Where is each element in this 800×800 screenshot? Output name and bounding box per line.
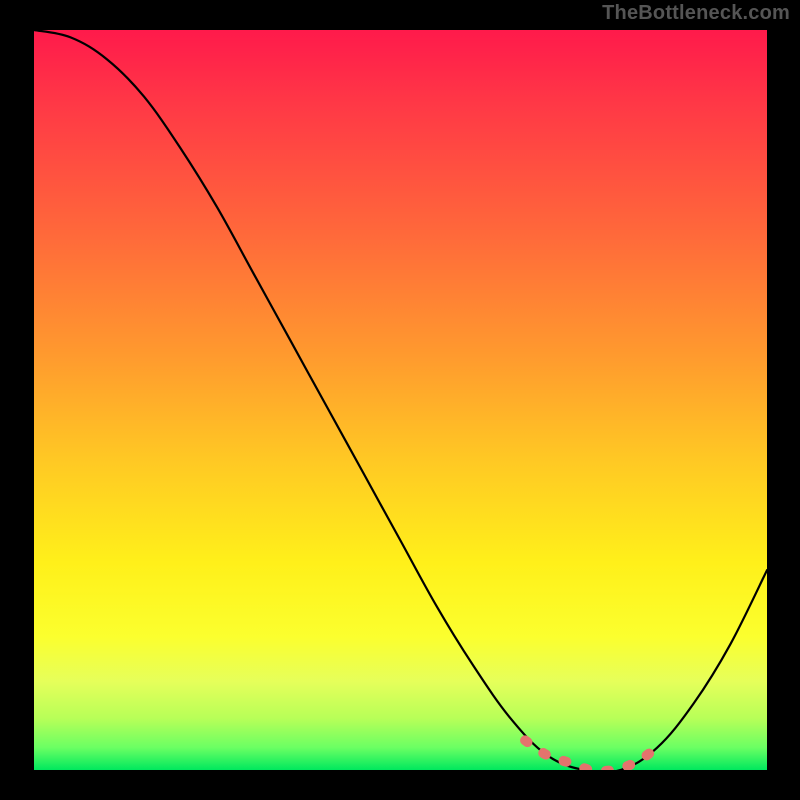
bottleneck-curve	[34, 30, 767, 770]
stage: TheBottleneck.com	[0, 0, 800, 800]
watermark-text: TheBottleneck.com	[602, 2, 790, 25]
chart-svg	[34, 30, 767, 770]
optimal-range-marker	[525, 740, 657, 770]
chart-frame	[34, 30, 767, 770]
